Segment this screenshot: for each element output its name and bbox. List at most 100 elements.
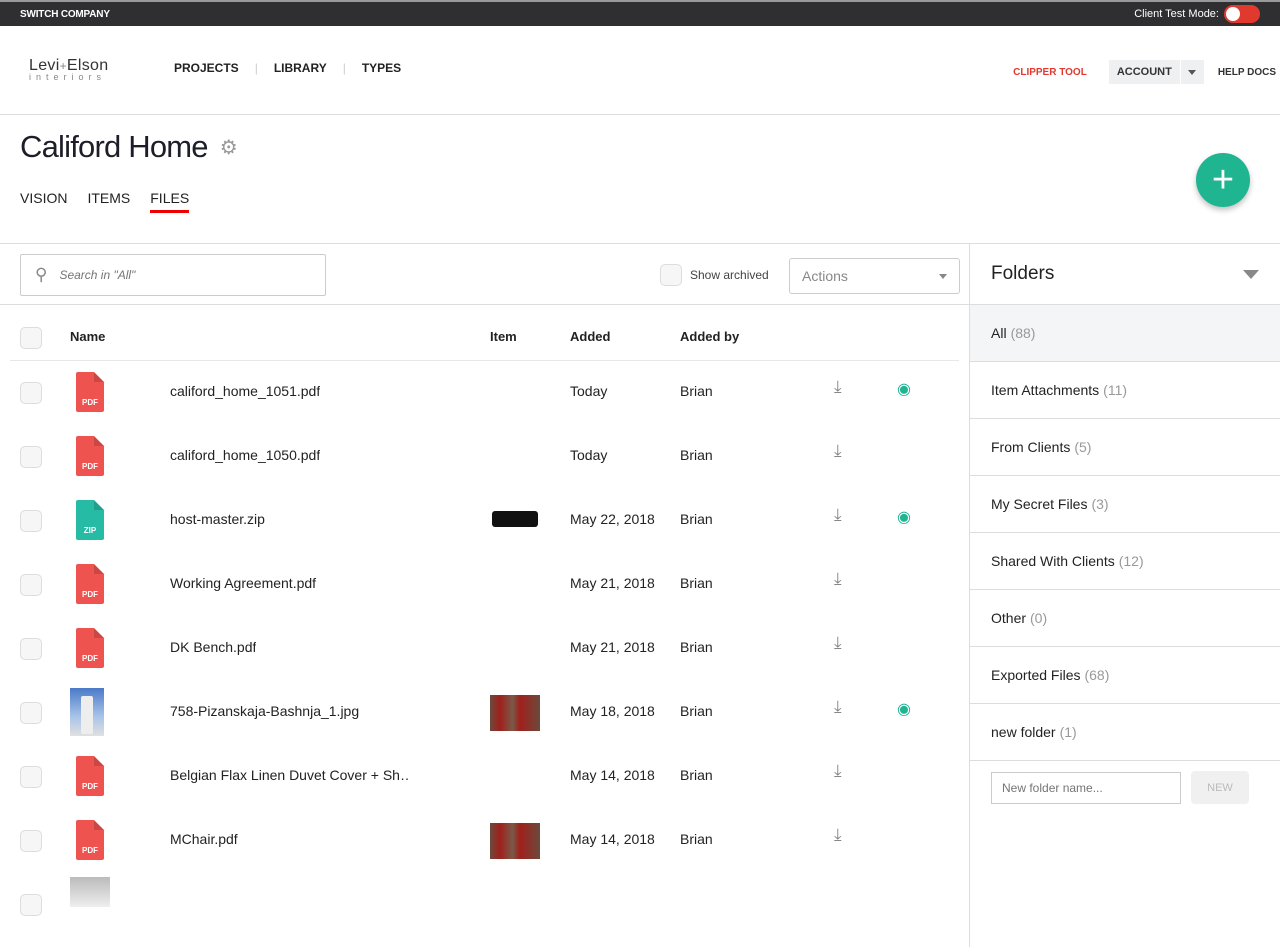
new-folder-button[interactable]: NEW	[1191, 771, 1249, 804]
eye-icon[interactable]: ◉	[897, 507, 911, 527]
row-checkbox[interactable]	[20, 766, 42, 788]
svg-text:PDF: PDF	[82, 398, 98, 407]
row-checkbox[interactable]	[20, 638, 42, 660]
item-thumbnail[interactable]	[490, 695, 540, 731]
tab-files[interactable]: FILES	[150, 190, 190, 213]
header-right: CLIPPER TOOL ACCOUNT HELP DOCS	[1013, 60, 1276, 84]
gear-icon[interactable]: ⚙	[220, 135, 238, 160]
file-name[interactable]: 758-Pizanskaja-Bashnja_1.jpg	[170, 703, 359, 719]
item-thumbnail[interactable]	[490, 823, 540, 859]
pdf-file-icon: PDF	[76, 436, 104, 476]
eye-icon[interactable]: ◉	[897, 379, 911, 399]
download-icon[interactable]: ⤓	[834, 441, 842, 461]
file-added-by: Brian	[680, 575, 713, 591]
file-name[interactable]: host-master.zip	[170, 511, 265, 527]
folder-item[interactable]: All (88)	[970, 305, 1280, 362]
folders-header[interactable]: Folders	[970, 244, 1280, 305]
account-button[interactable]: ACCOUNT	[1109, 60, 1180, 84]
table-row[interactable]: PDF MChair.pdf May 14, 2018 Brian ⤓	[0, 809, 969, 873]
help-docs-link[interactable]: HELP DOCS	[1218, 67, 1276, 78]
download-icon[interactable]: ⤓	[834, 761, 842, 781]
row-checkbox[interactable]	[20, 446, 42, 468]
account-menu[interactable]: ACCOUNT	[1108, 60, 1204, 84]
image-file-icon	[70, 688, 104, 736]
folder-item[interactable]: Exported Files (68)	[970, 647, 1280, 704]
nav-library[interactable]: LIBRARY	[274, 61, 327, 75]
pdf-file-icon: PDF	[76, 564, 104, 604]
table-row[interactable]: PDF Belgian Flax Linen Duvet Cover + Sh……	[0, 745, 969, 809]
file-name[interactable]: DK Bench.pdf	[170, 639, 256, 655]
show-archived[interactable]: Show archived	[660, 264, 769, 286]
row-checkbox[interactable]	[20, 574, 42, 596]
add-button[interactable]: +	[1196, 153, 1250, 207]
search-icon: ⚲	[35, 265, 48, 284]
row-checkbox[interactable]	[20, 510, 42, 532]
download-icon[interactable]: ⤓	[834, 377, 842, 397]
row-checkbox[interactable]	[20, 894, 42, 916]
actions-label: Actions	[802, 268, 848, 284]
file-name[interactable]: MChair.pdf	[170, 831, 238, 847]
file-thumbnail	[70, 877, 110, 907]
folder-count: (5)	[1074, 439, 1092, 455]
file-name[interactable]: califord_home_1051.pdf	[170, 383, 320, 399]
row-checkbox[interactable]	[20, 382, 42, 404]
clipper-tool-link[interactable]: CLIPPER TOOL	[1013, 67, 1087, 78]
file-name[interactable]: Belgian Flax Linen Duvet Cover + Sh…	[170, 767, 410, 783]
table-row[interactable]: PDF califord_home_1051.pdf Today Brian ⤓…	[0, 361, 969, 425]
item-thumbnail[interactable]	[490, 503, 540, 539]
column-name[interactable]: Name	[70, 329, 105, 344]
download-icon[interactable]: ⤓	[834, 825, 842, 845]
nav-separator: |	[342, 61, 346, 75]
main-nav: PROJECTS | LIBRARY | TYPES	[174, 61, 401, 75]
actions-select[interactable]: Actions	[789, 258, 960, 294]
table-row[interactable]: ZIP host-master.zip May 22, 2018 Brian ⤓…	[0, 489, 969, 553]
page-title: Califord Home	[20, 129, 209, 164]
tab-items[interactable]: ITEMS	[87, 190, 130, 213]
chevron-down-icon[interactable]	[1243, 269, 1259, 279]
client-test-mode-toggle[interactable]	[1224, 5, 1260, 23]
search-box[interactable]: ⚲	[20, 254, 326, 296]
download-icon[interactable]: ⤓	[834, 505, 842, 525]
folders-panel: Folders All (88) Item Attachments (11) From …	[970, 244, 1280, 947]
logo[interactable]: Levi+Elson interiors	[29, 57, 119, 82]
file-name[interactable]: califord_home_1050.pdf	[170, 447, 320, 463]
table-row[interactable]: PDF DK Bench.pdf May 21, 2018 Brian ⤓	[0, 617, 969, 681]
eye-icon[interactable]: ◉	[897, 699, 911, 719]
table-row[interactable]: PDF califord_home_1050.pdf Today Brian ⤓	[0, 425, 969, 489]
table-row[interactable]: PDF Working Agreement.pdf May 21, 2018 B…	[0, 553, 969, 617]
download-icon[interactable]: ⤓	[834, 697, 842, 717]
file-added-date: May 21, 2018	[570, 575, 655, 591]
download-icon[interactable]: ⤓	[834, 569, 842, 589]
select-all-checkbox[interactable]	[20, 327, 42, 349]
show-archived-checkbox[interactable]	[660, 264, 682, 286]
nav-projects[interactable]: PROJECTS	[174, 61, 239, 75]
company-switcher[interactable]: SWITCH COMPANY	[20, 9, 110, 20]
folder-name: Other	[991, 610, 1027, 626]
folder-item[interactable]: From Clients (5)	[970, 419, 1280, 476]
table-row[interactable]: 758-Pizanskaja-Bashnja_1.jpg May 18, 201…	[0, 681, 969, 745]
folder-item[interactable]: Item Attachments (11)	[970, 362, 1280, 419]
download-icon[interactable]: ⤓	[834, 633, 842, 653]
folder-item[interactable]: Shared With Clients (12)	[970, 533, 1280, 590]
column-item[interactable]: Item	[490, 329, 517, 344]
tab-vision[interactable]: VISION	[20, 190, 67, 213]
file-name[interactable]: Working Agreement.pdf	[170, 575, 316, 591]
new-folder-input[interactable]	[991, 771, 1181, 804]
folder-item[interactable]: new folder (1)	[970, 704, 1280, 761]
file-added-date: May 18, 2018	[570, 703, 655, 719]
column-added[interactable]: Added	[570, 329, 610, 344]
nav-separator: |	[254, 61, 258, 75]
nav-types[interactable]: TYPES	[362, 61, 401, 75]
show-archived-label: Show archived	[690, 268, 769, 282]
search-input[interactable]	[59, 268, 300, 282]
row-checkbox[interactable]	[20, 830, 42, 852]
folder-item[interactable]: Other (0)	[970, 590, 1280, 647]
client-test-mode-label: Client Test Mode:	[1134, 8, 1219, 20]
row-checkbox[interactable]	[20, 702, 42, 724]
project-header: Califord Home ⚙ VISION ITEMS FILES +	[0, 115, 1280, 244]
folder-item[interactable]: My Secret Files (3)	[970, 476, 1280, 533]
account-dropdown-toggle[interactable]	[1179, 60, 1204, 84]
file-list: PDF califord_home_1051.pdf Today Brian ⤓…	[0, 361, 969, 873]
file-added-by: Brian	[680, 511, 713, 527]
column-added-by[interactable]: Added by	[680, 329, 739, 344]
